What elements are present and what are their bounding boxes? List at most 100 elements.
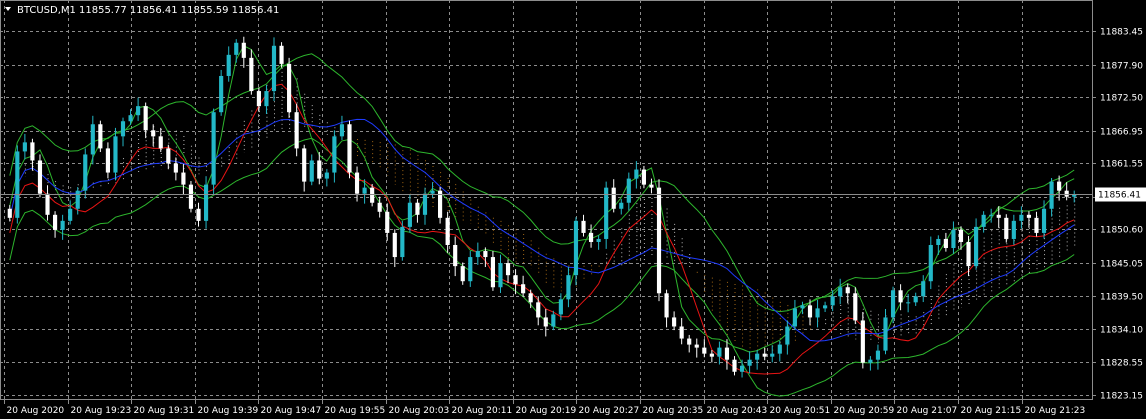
candle-body[interactable] xyxy=(309,160,314,182)
candle-body[interactable] xyxy=(196,208,201,221)
candle-body[interactable] xyxy=(490,257,496,288)
candle-body[interactable] xyxy=(860,320,865,363)
candle-body[interactable] xyxy=(853,293,858,321)
candle-body[interactable] xyxy=(845,287,850,294)
candle-body[interactable] xyxy=(770,353,775,357)
candle-body[interactable] xyxy=(453,244,458,267)
candle-body[interactable] xyxy=(483,251,488,258)
candle-body[interactable] xyxy=(151,130,156,137)
candle-body[interactable] xyxy=(392,232,397,258)
candle-body[interactable] xyxy=(604,187,609,239)
candle-body[interactable] xyxy=(672,317,677,327)
candle-body[interactable] xyxy=(875,350,881,360)
candle-body[interactable] xyxy=(188,184,194,209)
candle-body[interactable] xyxy=(294,112,299,149)
candle-body[interactable] xyxy=(792,308,797,327)
candle-body[interactable] xyxy=(98,124,103,149)
candle-body[interactable] xyxy=(256,91,261,107)
candle-body[interactable] xyxy=(279,45,284,64)
candle-body[interactable] xyxy=(249,57,254,92)
candle-body[interactable] xyxy=(445,217,450,245)
candle-body[interactable] xyxy=(679,326,684,339)
candle-body[interactable] xyxy=(958,229,964,242)
candle-body[interactable] xyxy=(430,190,435,194)
candle-body[interactable] xyxy=(7,208,12,218)
candle-body[interactable] xyxy=(166,148,171,164)
candle-body[interactable] xyxy=(105,148,110,173)
candle-body[interactable] xyxy=(347,124,352,173)
candle-body[interactable] xyxy=(573,220,579,276)
candle-body[interactable] xyxy=(762,353,767,357)
candle-body[interactable] xyxy=(302,148,307,182)
candle-body[interactable] xyxy=(60,220,65,230)
candle-body[interactable] xyxy=(136,106,141,116)
candle-body[interactable] xyxy=(823,305,828,309)
candle-body[interactable] xyxy=(377,202,382,212)
candle-body[interactable] xyxy=(219,75,224,113)
candle-body[interactable] xyxy=(709,353,714,357)
candle-body[interactable] xyxy=(241,42,246,58)
candle-body[interactable] xyxy=(1041,208,1047,233)
candle-body[interactable] xyxy=(634,169,639,179)
candle-body[interactable] xyxy=(521,284,526,294)
candle-body[interactable] xyxy=(339,124,345,137)
candle-body[interactable] xyxy=(747,359,752,366)
candle-body[interactable] xyxy=(324,172,329,179)
candle-body[interactable] xyxy=(211,112,216,185)
candle-body[interactable] xyxy=(407,202,412,227)
candle-body[interactable] xyxy=(264,91,269,107)
candle-body[interactable] xyxy=(460,266,465,282)
candle-body[interactable] xyxy=(203,184,209,221)
candle-body[interactable] xyxy=(558,299,563,315)
candle-body[interactable] xyxy=(928,244,933,282)
candle-body[interactable] xyxy=(800,305,805,309)
candle-body[interactable] xyxy=(158,136,163,149)
candle-body[interactable] xyxy=(732,359,737,372)
candle-body[interactable] xyxy=(974,226,979,267)
candle-body[interactable] xyxy=(234,42,239,55)
candle-body[interactable] xyxy=(543,317,548,327)
candle-body[interactable] xyxy=(513,275,518,285)
candle-body[interactable] xyxy=(90,124,95,155)
candle-body[interactable] xyxy=(830,296,835,306)
candle-body[interactable] xyxy=(15,151,20,218)
candle-body[interactable] xyxy=(468,257,473,282)
candle-body[interactable] xyxy=(996,214,1001,218)
candle-body[interactable] xyxy=(989,214,994,216)
candle-body[interactable] xyxy=(83,154,88,191)
candle-body[interactable] xyxy=(1026,214,1032,218)
candle-body[interactable] xyxy=(702,347,707,354)
candle-body[interactable] xyxy=(755,353,760,360)
candle-body[interactable] xyxy=(287,63,292,113)
candle-body[interactable] xyxy=(415,202,420,215)
candle-body[interactable] xyxy=(838,287,843,297)
candle-body[interactable] xyxy=(566,275,571,300)
candle-body[interactable] xyxy=(898,290,903,303)
candle-body[interactable] xyxy=(385,211,390,233)
candle-body[interactable] xyxy=(422,193,428,215)
candle-body[interactable] xyxy=(883,317,888,351)
candle-body[interactable] xyxy=(317,160,322,179)
candle-body[interactable] xyxy=(536,302,541,318)
candle-body[interactable] xyxy=(588,232,594,242)
candle-body[interactable] xyxy=(1019,214,1024,221)
candle-body[interactable] xyxy=(785,326,790,345)
candle-body[interactable] xyxy=(913,296,918,303)
candle-body[interactable] xyxy=(120,121,126,137)
candle-body[interactable] xyxy=(596,238,601,242)
candle-body[interactable] xyxy=(173,163,178,173)
candle-body[interactable] xyxy=(906,302,911,304)
price-chart[interactable]: 11883.45 11877.90 11872.50 11866.95 11861.55… xyxy=(0,0,1146,419)
candle-body[interactable] xyxy=(498,263,503,288)
candle-body[interactable] xyxy=(30,142,35,161)
candle-body[interactable] xyxy=(68,208,73,221)
candle-body[interactable] xyxy=(1034,217,1039,233)
candle-body[interactable] xyxy=(37,160,43,194)
candle-body[interactable] xyxy=(626,178,631,203)
candle-body[interactable] xyxy=(505,263,511,276)
candle-body[interactable] xyxy=(528,293,533,303)
candle-body[interactable] xyxy=(717,347,722,357)
candle-body[interactable] xyxy=(75,190,80,209)
candle-body[interactable] xyxy=(22,142,27,152)
candle-body[interactable] xyxy=(868,359,873,363)
